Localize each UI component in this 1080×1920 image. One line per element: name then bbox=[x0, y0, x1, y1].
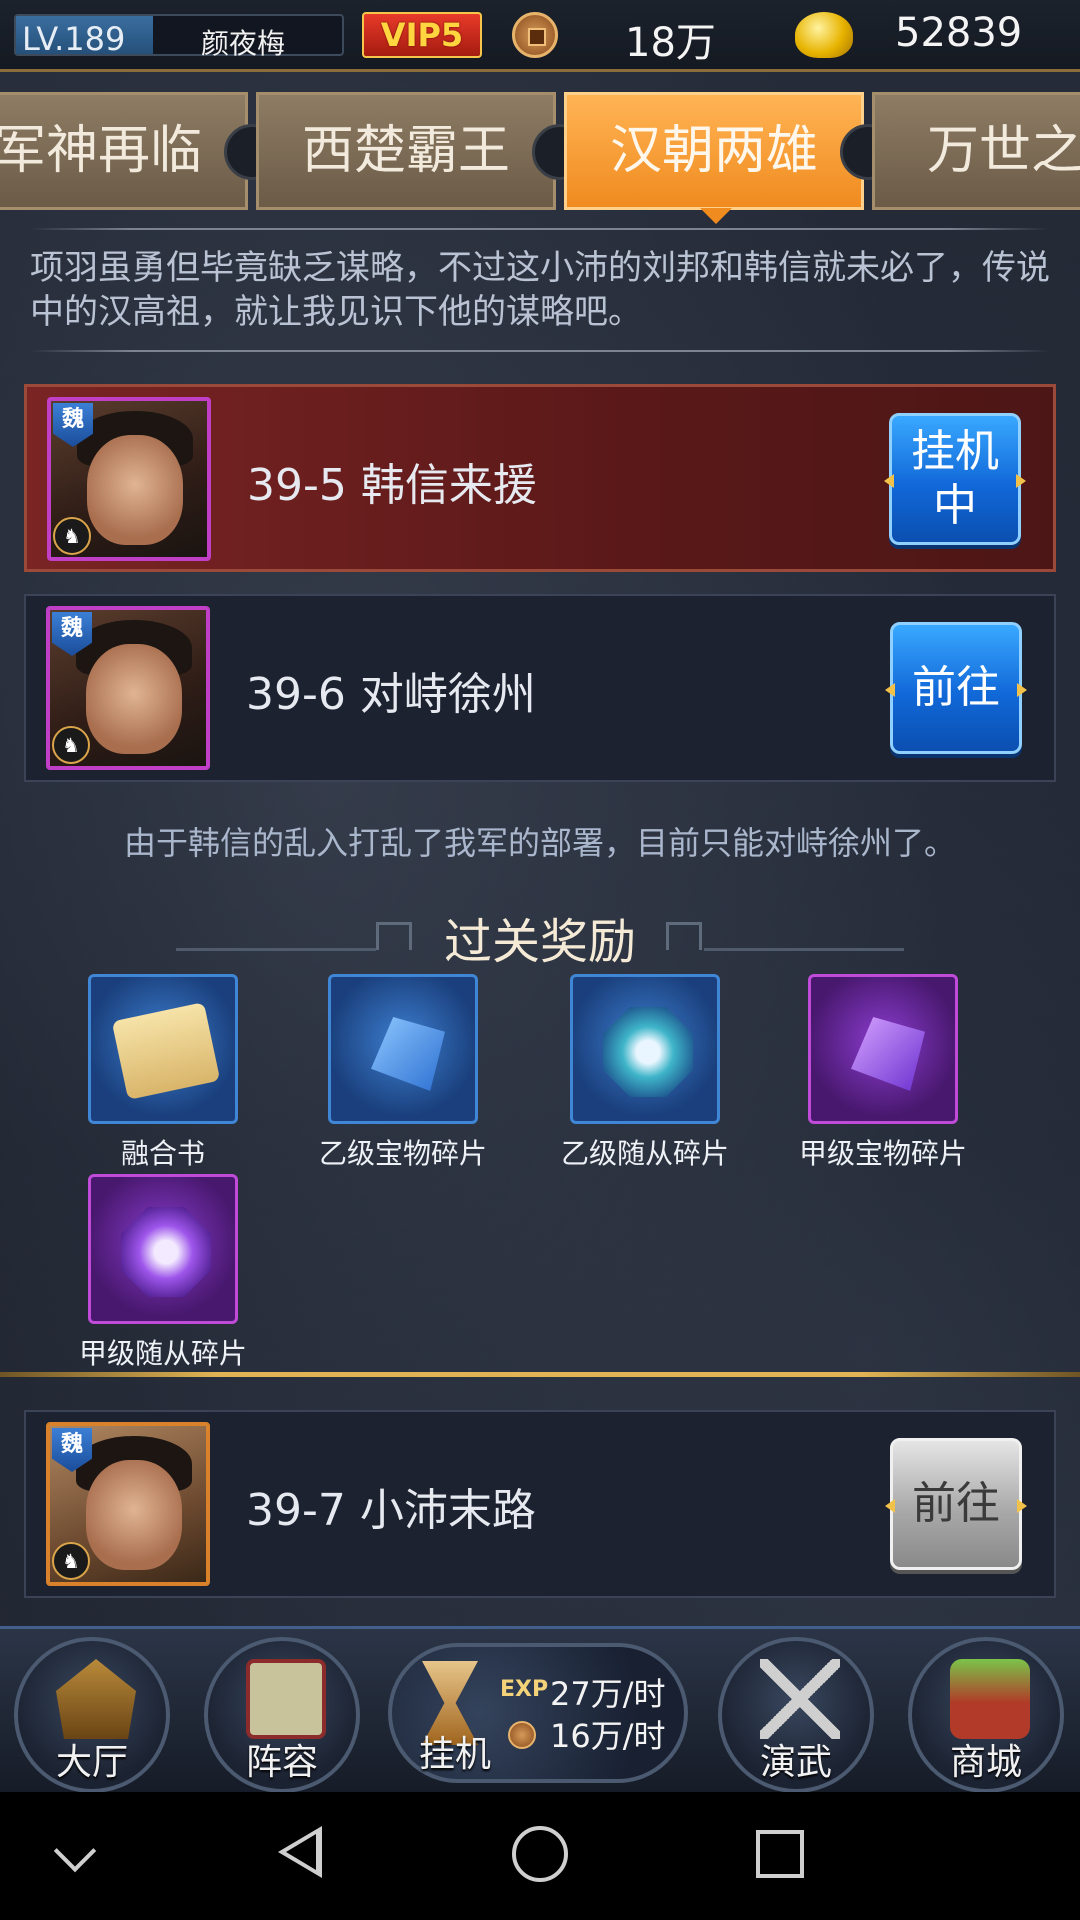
nav-hall-label: 大厅 bbox=[55, 1742, 128, 1783]
frame-divider bbox=[30, 350, 1050, 352]
tab-chapter-2[interactable]: 西楚霸王 bbox=[256, 92, 556, 210]
stage-row-39-5[interactable]: 魏 ♞ 39-5 韩信来援 挂机中 bbox=[24, 384, 1056, 572]
coin-amount: 18万 bbox=[625, 20, 716, 66]
treasure-chest-icon bbox=[950, 1659, 1030, 1739]
nav-idle[interactable]: 挂机 EXP 27万/时 16万/时 bbox=[388, 1643, 688, 1783]
portrait-face bbox=[87, 435, 183, 545]
reward-label: 甲级随从碎片 bbox=[78, 1337, 247, 1370]
vip-badge[interactable]: VIP5 bbox=[362, 12, 482, 58]
system-navigation-bar bbox=[0, 1792, 1080, 1920]
portrait-face bbox=[86, 644, 182, 754]
player-name: 颜夜梅 bbox=[201, 27, 286, 60]
level-label: LV.189 bbox=[22, 20, 126, 58]
tab-chapter-1[interactable]: 军神再临 bbox=[0, 92, 248, 210]
reward-item[interactable]: 乙级宝物碎片 bbox=[298, 974, 508, 1172]
go-button-locked[interactable]: 前往 bbox=[890, 1438, 1022, 1570]
palace-icon bbox=[56, 1659, 136, 1739]
reward-item[interactable]: 乙级随从碎片 bbox=[540, 974, 750, 1172]
chapter-tabs: 军神再临 西楚霸王 汉朝两雄 万世之 bbox=[0, 92, 1080, 210]
exp-rate: 27万/时 bbox=[550, 1675, 666, 1713]
treasure-shard-icon bbox=[371, 1017, 445, 1091]
coin-rate: 16万/时 bbox=[550, 1717, 666, 1755]
reward-label: 乙级随从碎片 bbox=[560, 1137, 729, 1170]
reward-header-ornament bbox=[666, 922, 702, 950]
idling-button[interactable]: 挂机中 bbox=[889, 413, 1021, 545]
copper-coin-icon bbox=[512, 12, 558, 58]
cavalry-icon: ♞ bbox=[53, 517, 91, 555]
home-icon[interactable] bbox=[512, 1826, 568, 1882]
section-divider bbox=[0, 1372, 1080, 1377]
reward-item[interactable]: 甲级宝物碎片 bbox=[778, 974, 988, 1172]
gold-amount: 52839 bbox=[895, 10, 1023, 56]
follower-shard-icon bbox=[121, 1207, 211, 1297]
nav-duel[interactable]: 演武 bbox=[718, 1637, 874, 1793]
reward-tile bbox=[570, 974, 720, 1124]
formation-scroll-icon bbox=[246, 1659, 326, 1739]
portrait-face bbox=[86, 1460, 182, 1570]
go-button[interactable]: 前往 bbox=[890, 622, 1022, 754]
nav-duel-label: 演武 bbox=[759, 1742, 832, 1783]
reward-item[interactable]: 融合书 bbox=[58, 974, 268, 1172]
reward-item[interactable]: 甲级随从碎片 bbox=[58, 1174, 268, 1372]
frame-divider bbox=[30, 228, 1050, 230]
hide-nav-icon[interactable] bbox=[53, 1829, 97, 1873]
recent-apps-icon[interactable] bbox=[756, 1830, 804, 1878]
reward-label: 乙级宝物碎片 bbox=[318, 1137, 487, 1170]
stage-row-39-7[interactable]: 魏 ♞ 39-7 小沛末路 前往 bbox=[24, 1410, 1056, 1598]
crossed-swords-icon bbox=[760, 1659, 840, 1739]
top-status-bar: LV.189 颜夜梅 VIP5 18万 52839 bbox=[0, 0, 1080, 72]
reward-header-line bbox=[704, 948, 904, 951]
rewards-header: 过关奖励 bbox=[443, 914, 636, 970]
stage-row-39-6[interactable]: 魏 ♞ 39-6 对峙徐州 前往 bbox=[24, 594, 1056, 782]
nav-hall[interactable]: 大厅 bbox=[14, 1637, 170, 1793]
scroll-icon bbox=[111, 1002, 221, 1100]
stage-title: 39-6 对峙徐州 bbox=[246, 669, 536, 720]
copper-coin-icon bbox=[508, 1721, 536, 1749]
nav-lineup[interactable]: 阵容 bbox=[204, 1637, 360, 1793]
reward-tile bbox=[328, 974, 478, 1124]
stage-title: 39-7 小沛末路 bbox=[246, 1485, 536, 1536]
reward-label: 甲级宝物碎片 bbox=[798, 1137, 967, 1170]
tab-chapter-4[interactable]: 万世之 bbox=[872, 92, 1080, 210]
gold-ingot-icon bbox=[795, 12, 853, 58]
tab-chapter-3[interactable]: 汉朝两雄 bbox=[564, 92, 864, 210]
nav-idle-label: 挂机 bbox=[418, 1734, 491, 1775]
cavalry-icon: ♞ bbox=[52, 726, 90, 764]
idling-button-label: 挂机中 bbox=[911, 426, 999, 531]
nav-shop-label: 商城 bbox=[949, 1742, 1022, 1783]
reward-tile bbox=[88, 974, 238, 1124]
level-box[interactable]: LV.189 颜夜梅 bbox=[14, 14, 344, 60]
reward-tile bbox=[808, 974, 958, 1124]
treasure-shard-icon bbox=[851, 1017, 925, 1091]
follower-shard-icon bbox=[603, 1007, 693, 1097]
back-icon[interactable] bbox=[278, 1826, 322, 1878]
general-portrait: 魏 ♞ bbox=[47, 397, 211, 561]
exp-tag: EXP bbox=[500, 1677, 549, 1702]
chapter-intro-text: 项羽虽勇但毕竟缺乏谋略，不过这小沛的刘邦和韩信就未必了，传说中的汉高祖，就让我见… bbox=[30, 248, 1050, 332]
general-portrait: 魏 ♞ bbox=[46, 1422, 210, 1586]
reward-label: 融合书 bbox=[120, 1137, 205, 1170]
nav-shop[interactable]: 商城 bbox=[908, 1637, 1064, 1793]
reward-tile bbox=[88, 1174, 238, 1324]
cavalry-icon: ♞ bbox=[52, 1542, 90, 1580]
general-portrait: 魏 ♞ bbox=[46, 606, 210, 770]
nav-lineup-label: 阵容 bbox=[245, 1742, 318, 1783]
stage-title: 39-5 韩信来援 bbox=[247, 460, 537, 511]
active-tab-pointer bbox=[700, 208, 732, 224]
stage-description: 由于韩信的乱入打乱了我军的部署，目前只能对峙徐州了。 bbox=[123, 824, 956, 862]
bottom-nav: 大厅 阵容 挂机 EXP 27万/时 16万/时 演武 商城 bbox=[0, 1626, 1080, 1793]
